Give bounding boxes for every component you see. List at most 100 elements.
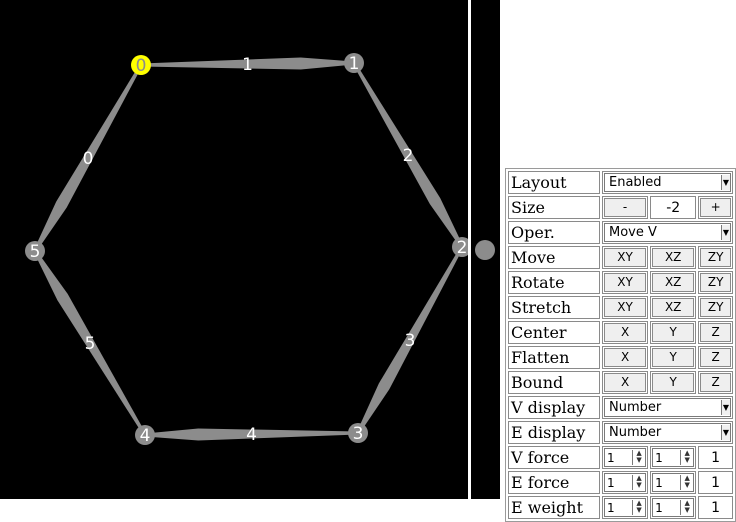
move-xy-button[interactable]: XY — [604, 248, 647, 267]
row-edisplay: E display Number ▼ — [508, 421, 733, 444]
stretch-xz-button[interactable]: XZ — [652, 298, 695, 317]
rotate-label: Rotate — [508, 271, 600, 294]
spinner-arrows-icon[interactable]: ▲ ▼ — [632, 450, 645, 465]
bound-z-cell: Z — [698, 371, 733, 394]
edge-label-5: 5 — [85, 334, 96, 354]
vertex-label-3: 3 — [353, 424, 364, 444]
vforce-spinner-2-value: 1 — [655, 450, 663, 465]
eweight-value: 1 — [698, 496, 733, 519]
row-oper: Oper. Move V ▼ — [508, 221, 733, 244]
oper-label: Oper. — [508, 221, 600, 244]
stretch-xy-cell: XY — [602, 296, 649, 319]
center-y-cell: Y — [650, 321, 697, 344]
row-move: Move XY XZ ZY — [508, 246, 733, 269]
row-flatten: Flatten X Y Z — [508, 346, 733, 369]
vdisplay-label: V display — [508, 396, 600, 419]
size-label: Size — [508, 196, 600, 219]
eforce-spinner-2[interactable]: 1 ▲ ▼ — [652, 473, 695, 492]
move-zy-button[interactable]: ZY — [700, 248, 731, 267]
spinner-arrows-icon[interactable]: ▲ ▼ — [680, 450, 693, 465]
chevron-down-icon: ▼ — [721, 175, 730, 190]
rotate-zy-button[interactable]: ZY — [700, 273, 731, 292]
flatten-x-cell: X — [602, 346, 649, 369]
spinner-arrows-icon[interactable]: ▲ ▼ — [632, 475, 645, 490]
flatten-z-cell: Z — [698, 346, 733, 369]
vforce-spinner-2[interactable]: 1 ▲ ▼ — [652, 448, 695, 467]
graph-svg[interactable]: 0 1 2 3 4 5 0 1 2 3 4 5 — [0, 0, 472, 499]
vforce-spinner-1-value: 1 — [607, 450, 615, 465]
row-vforce: V force 1 ▲ ▼ 1 ▲ ▼ 1 — [508, 446, 733, 469]
chevron-down-icon: ▼ — [721, 425, 730, 440]
vdisplay-select[interactable]: Number ▼ — [604, 398, 731, 417]
stretch-label: Stretch — [508, 296, 600, 319]
move-xy-cell: XY — [602, 246, 649, 269]
bound-x-cell: X — [602, 371, 649, 394]
chevron-down-icon: ▼ — [721, 225, 730, 240]
vertex-label-0: 0 — [136, 56, 147, 76]
move-xz-cell: XZ — [650, 246, 697, 269]
edisplay-select-value: Number — [609, 425, 662, 440]
size-plus-button[interactable]: + — [700, 198, 731, 217]
bound-y-button[interactable]: Y — [652, 373, 695, 392]
spinner-arrows-icon[interactable]: ▲ ▼ — [632, 500, 645, 515]
eweight-spin2-cell: 1 ▲ ▼ — [650, 496, 697, 519]
center-z-button[interactable]: Z — [700, 323, 731, 342]
row-rotate: Rotate XY XZ ZY — [508, 271, 733, 294]
rotate-xy-button[interactable]: XY — [604, 273, 647, 292]
size-minus-cell: - — [602, 196, 649, 219]
row-stretch: Stretch XY XZ ZY — [508, 296, 733, 319]
stretch-zy-cell: ZY — [698, 296, 733, 319]
bound-x-button[interactable]: X — [604, 373, 647, 392]
control-panel: Layout Enabled ▼ Size - -2 + Oper. Move … — [505, 168, 736, 522]
graph-canvas[interactable]: 0 1 2 3 4 5 0 1 2 3 4 5 — [0, 0, 472, 499]
vdisplay-select-value: Number — [609, 400, 662, 415]
edisplay-select-cell: Number ▼ — [602, 421, 733, 444]
oper-select-value: Move V — [609, 225, 657, 240]
flatten-x-button[interactable]: X — [604, 348, 647, 367]
row-bound: Bound X Y Z — [508, 371, 733, 394]
eweight-spinner-2[interactable]: 1 ▲ ▼ — [652, 498, 695, 517]
edisplay-label: E display — [508, 421, 600, 444]
eforce-spin1-cell: 1 ▲ ▼ — [602, 471, 649, 494]
spinner-arrows-icon[interactable]: ▲ ▼ — [680, 475, 693, 490]
oper-select[interactable]: Move V ▼ — [604, 223, 731, 242]
eweight-spinner-2-value: 1 — [655, 500, 663, 515]
spinner-arrows-icon[interactable]: ▲ ▼ — [680, 500, 693, 515]
eforce-spinner-2-value: 1 — [655, 475, 663, 490]
vforce-value: 1 — [698, 446, 733, 469]
chevron-down-icon: ▼ — [721, 400, 730, 415]
flatten-z-button[interactable]: Z — [700, 348, 731, 367]
side-strip-svg — [475, 240, 495, 260]
edge-label-0: 0 — [83, 149, 94, 169]
rotate-xz-button[interactable]: XZ — [652, 273, 695, 292]
offscreen-vertex-marker — [475, 240, 495, 260]
edisplay-select[interactable]: Number ▼ — [604, 423, 731, 442]
bound-z-button[interactable]: Z — [700, 373, 731, 392]
move-xz-button[interactable]: XZ — [652, 248, 695, 267]
size-minus-button[interactable]: - — [604, 198, 647, 217]
vertex-label-4: 4 — [140, 426, 151, 446]
vertex-label-2: 2 — [457, 238, 468, 258]
flatten-y-button[interactable]: Y — [652, 348, 695, 367]
flatten-label: Flatten — [508, 346, 600, 369]
center-x-button[interactable]: X — [604, 323, 647, 342]
rotate-zy-cell: ZY — [698, 271, 733, 294]
vforce-spinner-1[interactable]: 1 ▲ ▼ — [604, 448, 647, 467]
eweight-spin1-cell: 1 ▲ ▼ — [602, 496, 649, 519]
bound-label: Bound — [508, 371, 600, 394]
center-y-button[interactable]: Y — [652, 323, 695, 342]
layout-select[interactable]: Enabled ▼ — [604, 173, 731, 192]
vforce-spin2-cell: 1 ▲ ▼ — [650, 446, 697, 469]
row-center: Center X Y Z — [508, 321, 733, 344]
row-eweight: E weight 1 ▲ ▼ 1 ▲ ▼ 1 — [508, 496, 733, 519]
stretch-xy-button[interactable]: XY — [604, 298, 647, 317]
move-zy-cell: ZY — [698, 246, 733, 269]
bound-y-cell: Y — [650, 371, 697, 394]
stretch-xz-cell: XZ — [650, 296, 697, 319]
stretch-zy-button[interactable]: ZY — [700, 298, 731, 317]
eweight-spinner-1[interactable]: 1 ▲ ▼ — [604, 498, 647, 517]
layout-select-value: Enabled — [609, 175, 662, 190]
eforce-spinner-1[interactable]: 1 ▲ ▼ — [604, 473, 647, 492]
vdisplay-select-cell: Number ▼ — [602, 396, 733, 419]
row-layout: Layout Enabled ▼ — [508, 171, 733, 194]
